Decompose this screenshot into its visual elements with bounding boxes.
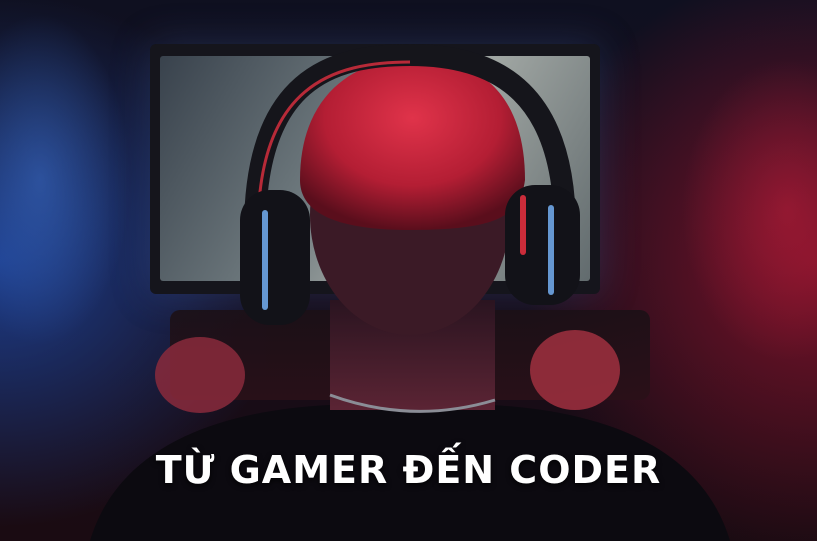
right-ear-cup [505, 185, 580, 305]
banner-title: TỪ GAMER ĐẾN CODER [155, 448, 662, 492]
right-hand [530, 330, 620, 410]
banner-image: TỪ GAMER ĐẾN CODER [0, 0, 817, 541]
hair [300, 58, 525, 230]
left-hand [155, 337, 245, 413]
left-ear-cup [240, 190, 310, 325]
